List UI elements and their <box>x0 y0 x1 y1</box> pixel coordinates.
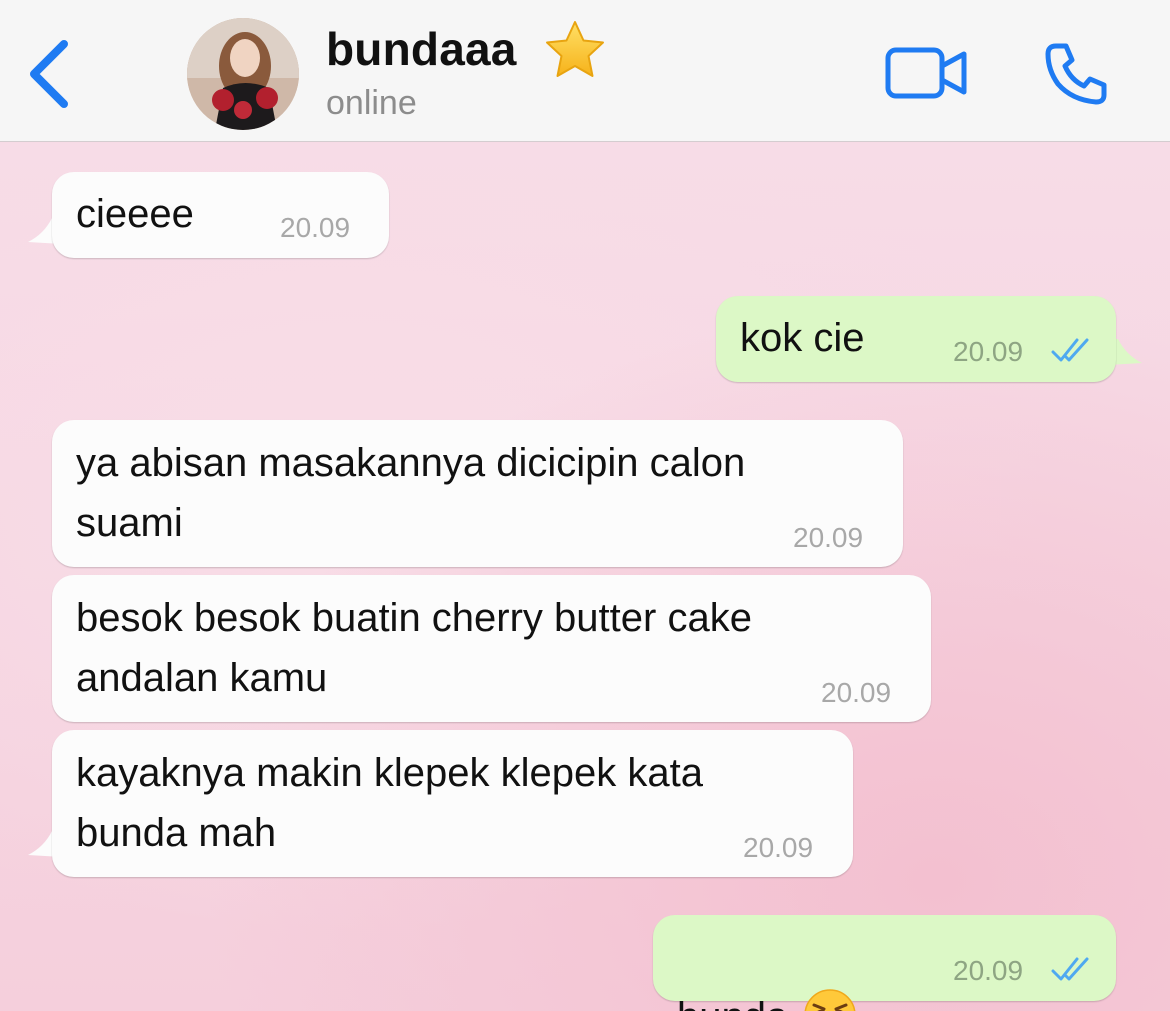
message-bubble-outgoing[interactable]: kok cie 20.09 <box>716 296 1116 382</box>
message-timestamp: 20.09 <box>953 955 1024 986</box>
message-text: ya abisan masakannya dicicipin calon sua… <box>76 441 746 545</box>
contact-status: online <box>326 84 417 122</box>
chat-area[interactable]: cieeee 20.09 kok cie 20.09 ya abisan mas… <box>0 143 1170 1011</box>
message-text: kok cie <box>740 316 865 360</box>
contact-avatar[interactable] <box>187 18 299 130</box>
message-bubble-incoming[interactable]: cieeee 20.09 <box>52 172 389 258</box>
double-check-read-icon <box>1051 338 1089 362</box>
star-icon <box>546 21 604 77</box>
message-timestamp: 20.09 <box>743 832 814 863</box>
message-timestamp: 20.09 <box>821 677 892 708</box>
message-timestamp: 20.09 <box>793 522 864 553</box>
chat-header: bundaaa online <box>0 0 1170 142</box>
video-call-button[interactable] <box>884 44 970 104</box>
message-text: besok besok buatin cherry butter cake an… <box>76 596 752 700</box>
phone-icon <box>1045 43 1107 105</box>
double-check-read-icon <box>1051 957 1089 981</box>
avatar-photo <box>187 18 299 130</box>
face-with-steam-emoji-icon <box>804 989 856 1011</box>
message-bubble-incoming[interactable]: kayaknya makin klepek klepek kata bunda … <box>52 730 853 877</box>
chevron-left-icon <box>30 40 68 108</box>
message-bubble-incoming[interactable]: ya abisan masakannya dicicipin calon sua… <box>52 420 903 567</box>
video-camera-icon <box>885 47 967 99</box>
message-text: bunda <box>677 927 858 1011</box>
voice-call-button[interactable] <box>1042 40 1110 108</box>
message-text-content: bunda <box>677 995 788 1011</box>
message-bubble-incoming[interactable]: besok besok buatin cherry butter cake an… <box>52 575 931 722</box>
message-timestamp: 20.09 <box>280 212 351 243</box>
message-text: cieeee <box>76 192 194 236</box>
contact-name[interactable]: bundaaa <box>326 22 517 76</box>
back-button[interactable] <box>20 38 76 110</box>
message-timestamp: 20.09 <box>953 336 1024 367</box>
message-text: kayaknya makin klepek klepek kata bunda … <box>76 751 703 855</box>
message-bubble-outgoing[interactable]: bunda 20.09 <box>653 915 1116 1011</box>
